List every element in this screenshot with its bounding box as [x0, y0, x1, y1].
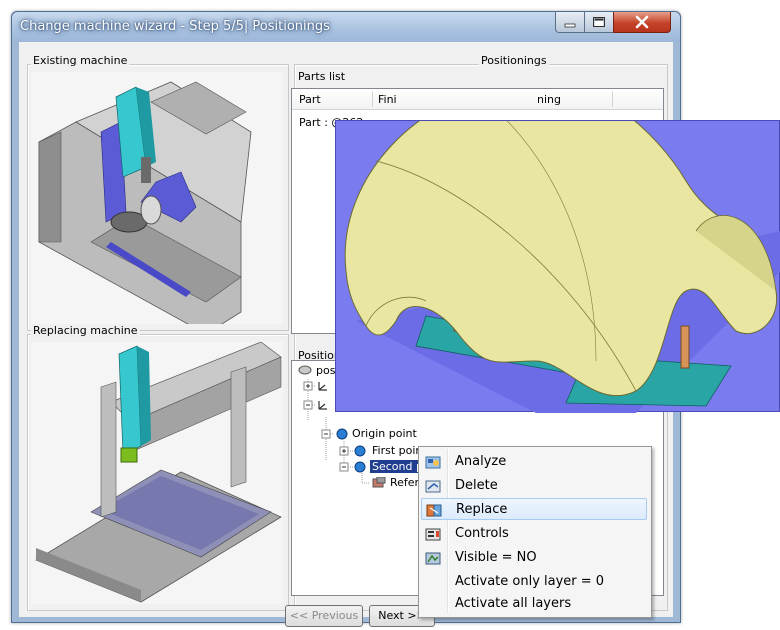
axis-frame-icon — [318, 382, 327, 391]
previous-button[interactable]: << Previous — [285, 605, 363, 627]
replacing-machine-preview — [31, 341, 283, 604]
replacing-machine-label: Replacing machine — [31, 324, 140, 337]
maximize-icon — [593, 17, 605, 27]
tree-item-origin-point[interactable]: Origin point — [352, 427, 417, 440]
window-title: Change machine wizard - Step 5/5| Positi… — [20, 19, 330, 34]
column-header-part[interactable]: Part — [299, 93, 321, 106]
menu-item-controls[interactable]: Controls — [421, 523, 647, 545]
title-bar[interactable]: Change machine wizard - Step 5/5| Positi… — [12, 12, 680, 42]
menu-item-activate-all-layers[interactable]: Activate all layers — [421, 593, 647, 615]
minimize-icon — [564, 23, 576, 28]
parts-list-header: Part Fini ning — [292, 89, 663, 110]
positionings-label: Positionings — [479, 54, 549, 67]
column-divider[interactable] — [372, 91, 373, 107]
replace-icon — [426, 504, 442, 517]
menu-item-activate-only-layer[interactable]: Activate only layer = 0 — [421, 571, 647, 593]
parts-list-label: Parts list — [296, 70, 348, 83]
visibility-icon — [425, 552, 441, 565]
column-header-positioning[interactable]: ning — [537, 93, 561, 106]
close-icon — [635, 15, 649, 29]
existing-machine-label: Existing machine — [31, 54, 130, 67]
tree-item-reference[interactable]: Refer — [390, 476, 419, 489]
controls-icon — [425, 528, 441, 541]
analyze-icon — [425, 456, 441, 469]
maximize-button[interactable] — [584, 12, 614, 33]
reference-icon — [372, 477, 386, 488]
part-3d-preview[interactable] — [335, 80, 780, 413]
origin-point-icon — [336, 428, 348, 440]
axis-frame-icon — [318, 401, 327, 410]
menu-item-visible[interactable]: Visible = NO — [421, 547, 647, 569]
tree-item-second-point[interactable]: Second p — [370, 460, 425, 473]
column-header-finish[interactable]: Fini — [378, 93, 397, 106]
part-3d-image — [344, 80, 780, 413]
existing-machine-preview — [31, 72, 283, 335]
context-menu: Analyze Delete Replace Controls Visible … — [418, 446, 652, 618]
second-point-icon — [354, 461, 366, 473]
column-divider[interactable] — [612, 91, 613, 107]
menu-item-delete[interactable]: Delete — [421, 475, 647, 497]
replacing-machine-image — [35, 341, 282, 603]
existing-machine-image — [38, 81, 252, 335]
first-point-icon — [354, 445, 366, 457]
positioning-root-icon — [298, 365, 312, 375]
close-button[interactable] — [613, 12, 671, 33]
menu-item-analyze[interactable]: Analyze — [421, 451, 647, 473]
menu-item-replace[interactable]: Replace — [421, 498, 647, 520]
delete-icon — [425, 480, 441, 493]
minimize-button[interactable] — [555, 12, 585, 33]
